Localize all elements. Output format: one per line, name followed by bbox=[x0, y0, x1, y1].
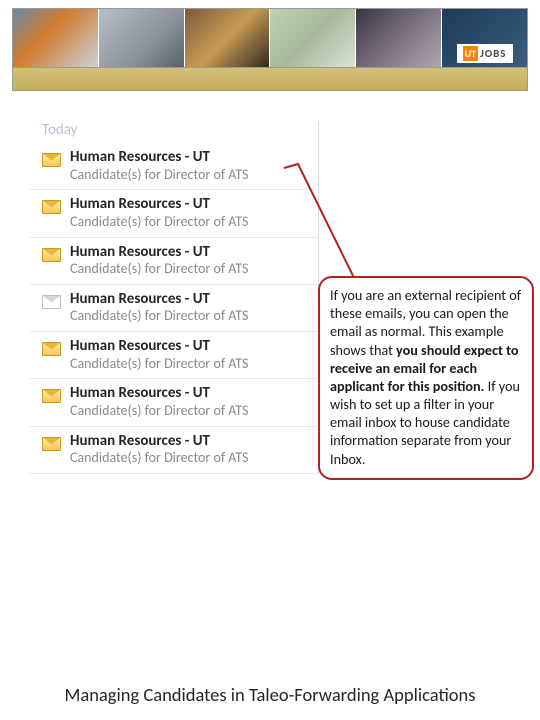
logo-ut-badge: UT bbox=[463, 46, 478, 61]
banner-photo bbox=[98, 9, 184, 67]
mail-subject: Candidate(s) for Director of ATS bbox=[70, 450, 248, 467]
ut-jobs-logo: UT JOBS bbox=[457, 44, 513, 63]
explanation-callout: If you are an external recipient of thes… bbox=[318, 276, 534, 480]
envelope-icon bbox=[42, 437, 61, 451]
mail-subject: Candidate(s) for Director of ATS bbox=[70, 261, 248, 278]
mail-row[interactable]: Human Resources - UT Candidate(s) for Di… bbox=[30, 332, 318, 379]
mail-from: Human Resources - UT bbox=[70, 196, 248, 213]
mail-from: Human Resources - UT bbox=[70, 149, 248, 166]
envelope-icon bbox=[42, 248, 61, 262]
mail-from: Human Resources - UT bbox=[70, 385, 248, 402]
mail-row[interactable]: Human Resources - UT Candidate(s) for Di… bbox=[30, 427, 318, 474]
envelope-icon bbox=[42, 342, 61, 356]
mail-from: Human Resources - UT bbox=[70, 244, 248, 261]
envelope-open-icon bbox=[42, 295, 61, 309]
banner-photo bbox=[355, 9, 441, 67]
mail-subject: Candidate(s) for Director of ATS bbox=[70, 403, 248, 420]
page-title: Managing Candidates in Taleo-Forwarding … bbox=[0, 683, 540, 706]
envelope-icon bbox=[42, 200, 61, 214]
envelope-icon bbox=[42, 153, 61, 167]
mail-row[interactable]: Human Resources - UT Candidate(s) for Di… bbox=[30, 379, 318, 426]
banner-photo bbox=[269, 9, 355, 67]
callout-pointer-line bbox=[240, 156, 380, 296]
banner-gold-bar bbox=[12, 68, 528, 91]
mail-subject: Candidate(s) for Director of ATS bbox=[70, 167, 248, 184]
logo-jobs-text: JOBS bbox=[480, 47, 506, 60]
banner-photo bbox=[184, 9, 270, 67]
mail-from: Human Resources - UT bbox=[70, 291, 248, 308]
envelope-icon bbox=[42, 389, 61, 403]
mail-from: Human Resources - UT bbox=[70, 338, 248, 355]
mail-subject: Candidate(s) for Director of ATS bbox=[70, 214, 248, 231]
header-banner: UT JOBS bbox=[12, 8, 528, 68]
mail-subject: Candidate(s) for Director of ATS bbox=[70, 356, 248, 373]
banner-photo bbox=[13, 9, 98, 67]
mail-subject: Candidate(s) for Director of ATS bbox=[70, 308, 248, 325]
inbox-day-label: Today bbox=[30, 121, 318, 143]
mail-from: Human Resources - UT bbox=[70, 433, 248, 450]
banner-logo-cell: UT JOBS bbox=[441, 9, 527, 67]
